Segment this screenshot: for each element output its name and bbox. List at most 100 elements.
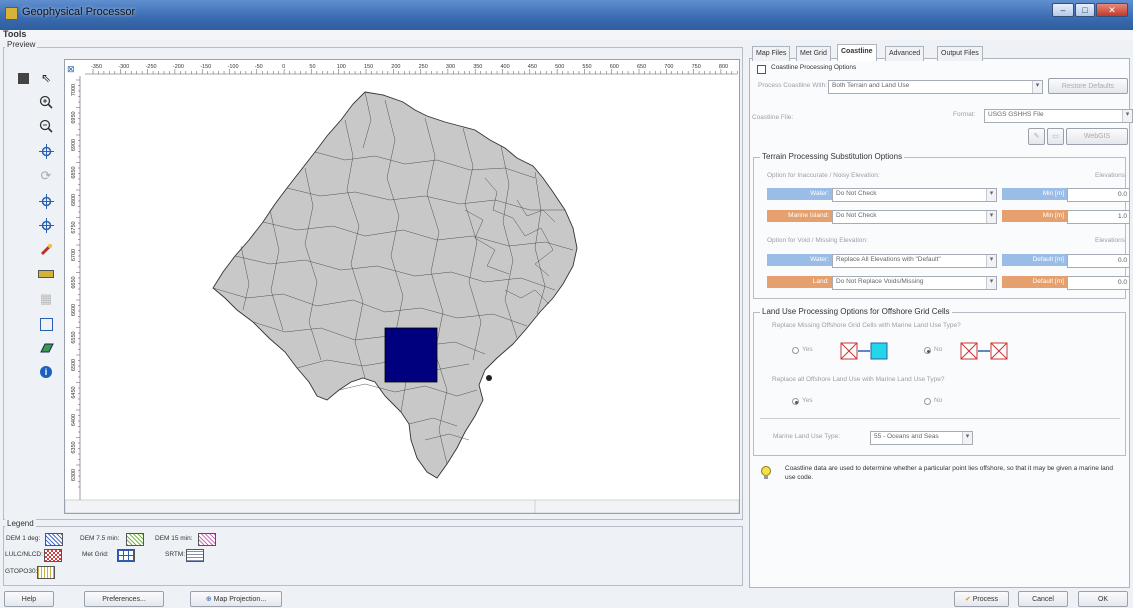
q2-yes-label: Yes <box>802 397 813 404</box>
layers-icon[interactable]: ▦ <box>38 291 54 307</box>
tab-advanced[interactable]: Advanced <box>885 46 925 61</box>
row-select[interactable]: Do Not Check <box>832 210 997 224</box>
q1-yes-illustration <box>840 342 890 360</box>
open-folder-button[interactable]: ▭ <box>1047 128 1064 145</box>
landuse-group-title: Land Use Processing Options for Offshore… <box>760 307 952 316</box>
q2-no-label: No <box>934 397 943 404</box>
info-icon[interactable]: i <box>38 364 54 380</box>
ruler-y-label: 6650 <box>71 276 77 288</box>
q1-yes-radio[interactable] <box>792 347 799 354</box>
webgis-button[interactable]: WebGIS <box>1066 128 1128 145</box>
legend-label: Legend <box>5 519 36 528</box>
minimize-button[interactable]: – <box>1052 3 1074 17</box>
all-offshore-question: Replace all Offshore Land Use with Marin… <box>772 376 945 383</box>
map-preview-canvas[interactable]: -350 -300 -250 -200 -150 -100 -50 0 50 100 150 200 2… <box>64 59 743 514</box>
terrain-group-title: Terrain Processing Substitution Options <box>760 152 905 161</box>
map-projection-label: Map Projection... <box>213 596 267 603</box>
ruler-y-label: 6750 <box>71 221 77 233</box>
pointer-icon[interactable]: ⇖ <box>38 70 54 86</box>
measure-icon[interactable] <box>38 266 54 282</box>
coastline-checkbox-label: Coastline Processing Options <box>771 64 857 71</box>
ruler-x-label: -200 <box>173 64 184 70</box>
map-region-outline <box>212 91 578 479</box>
webgis-label: WebGIS <box>1083 133 1111 140</box>
q1-no-radio[interactable] <box>924 347 931 354</box>
maximize-button[interactable]: □ <box>1075 3 1095 17</box>
pan-icon[interactable] <box>38 143 54 159</box>
ruler-y-label: 6300 <box>71 469 77 481</box>
zoom-in-icon[interactable] <box>38 94 54 110</box>
red-check-pattern-icon <box>44 549 62 562</box>
ruler-x-label: 100 <box>337 64 346 70</box>
legend-item-label: Met Grid: <box>82 551 109 558</box>
tab-coastline[interactable]: Coastline <box>837 44 877 61</box>
ruler-x-label: 400 <box>501 64 510 70</box>
ruler-x-label: 750 <box>692 64 701 70</box>
hint-text: Coastline data are used to determine whe… <box>785 465 1113 481</box>
move-node-icon[interactable] <box>38 193 54 209</box>
ruler-x-label: 0 <box>282 64 285 70</box>
center-icon[interactable] <box>38 217 54 233</box>
row-tag: Water: <box>767 188 832 200</box>
ruler-x-label: 300 <box>446 64 455 70</box>
menu-tools[interactable]: Tools <box>3 29 26 39</box>
rotate-icon[interactable]: ⟳ <box>38 168 54 184</box>
row-number-input[interactable]: 0.0 <box>1067 276 1130 290</box>
ruler-y-label: 6550 <box>71 331 77 343</box>
missing-offshore-question: Replace Missing Offshore Grid Cells with… <box>772 322 961 329</box>
browse-file-button[interactable]: ✎ <box>1028 128 1045 145</box>
ruler-x-label: 200 <box>391 64 400 70</box>
ruler-x-label: -250 <box>146 64 157 70</box>
tab-map-files[interactable]: Map Files <box>752 46 791 61</box>
format-select[interactable]: USGS GSHHS File <box>984 109 1133 123</box>
marine-type-select[interactable]: 55 - Oceans and Seas <box>870 431 973 445</box>
eraser-icon[interactable] <box>38 340 54 356</box>
coastline-file-label: Coastline File: <box>752 114 794 121</box>
tab-output-files[interactable]: Output Files <box>937 46 983 61</box>
ruler-x-label: 450 <box>528 64 537 70</box>
ruler-x-label: 650 <box>637 64 646 70</box>
process-button[interactable]: ✔ Process <box>954 591 1009 607</box>
q2-no-radio[interactable] <box>924 398 931 405</box>
row-tag: Land: <box>767 276 832 288</box>
restore-defaults-button[interactable]: Restore Defaults <box>1048 78 1128 94</box>
inaccurate-label: Option for Inaccurate / Noisy Elevation: <box>767 172 880 179</box>
row-select[interactable]: Do Not Replace Voids/Missing <box>832 276 997 290</box>
process-with-select[interactable]: Both Terrain and Land Use <box>828 80 1043 94</box>
row-select[interactable]: Do Not Check <box>832 188 997 202</box>
ruler-y-label: 6350 <box>71 441 77 453</box>
ruler-x-label: 550 <box>582 64 591 70</box>
row-number-input[interactable]: 1.0 <box>1067 210 1130 224</box>
map-svg: -350 -300 -250 -200 -150 -100 -50 0 50 100 150 200 2… <box>64 60 743 514</box>
row-unit: Default [m] <box>1002 254 1067 266</box>
pink-diagonal-hatch-icon <box>197 533 216 546</box>
q1-no-illustration <box>960 342 1012 360</box>
title-bar: Geophysical Processor – □ ✕ <box>0 0 1133 30</box>
row-number-input[interactable]: 0.0 <box>1067 188 1130 202</box>
tab-met-grid[interactable]: Met Grid <box>796 46 831 61</box>
map-projection-button[interactable]: ⊕ Map Projection... <box>190 591 282 607</box>
eyedropper-icon[interactable] <box>38 242 54 258</box>
process-with-label: Process Coastline With: <box>758 82 827 89</box>
process-icon: ✔ <box>964 596 971 603</box>
zoom-out-icon[interactable] <box>38 118 54 134</box>
ruler-x-label: 250 <box>419 64 428 70</box>
cancel-button[interactable]: Cancel <box>1018 591 1068 607</box>
help-button[interactable]: Help <box>4 591 54 607</box>
app-icon <box>5 7 18 20</box>
format-label: Format: <box>953 111 976 118</box>
marine-type-label: Marine Land Use Type: <box>773 433 841 440</box>
ruler-x-label: 350 <box>473 64 482 70</box>
row-number-input[interactable]: 0.0 <box>1067 254 1130 268</box>
ok-button[interactable]: OK <box>1078 591 1128 607</box>
grid-toggle-icon[interactable] <box>15 70 31 86</box>
ruler-y-label: 6600 <box>71 304 77 316</box>
coastline-checkbox[interactable] <box>757 65 766 74</box>
select-rectangle-icon[interactable] <box>38 316 54 332</box>
close-button[interactable]: ✕ <box>1096 3 1128 17</box>
row-tag: Marine Island: <box>767 210 832 222</box>
q2-yes-radio[interactable] <box>792 398 799 405</box>
separator <box>760 418 1120 419</box>
row-select[interactable]: Replace All Elevations with "Default" <box>832 254 997 268</box>
preferences-button[interactable]: Preferences... <box>84 591 164 607</box>
